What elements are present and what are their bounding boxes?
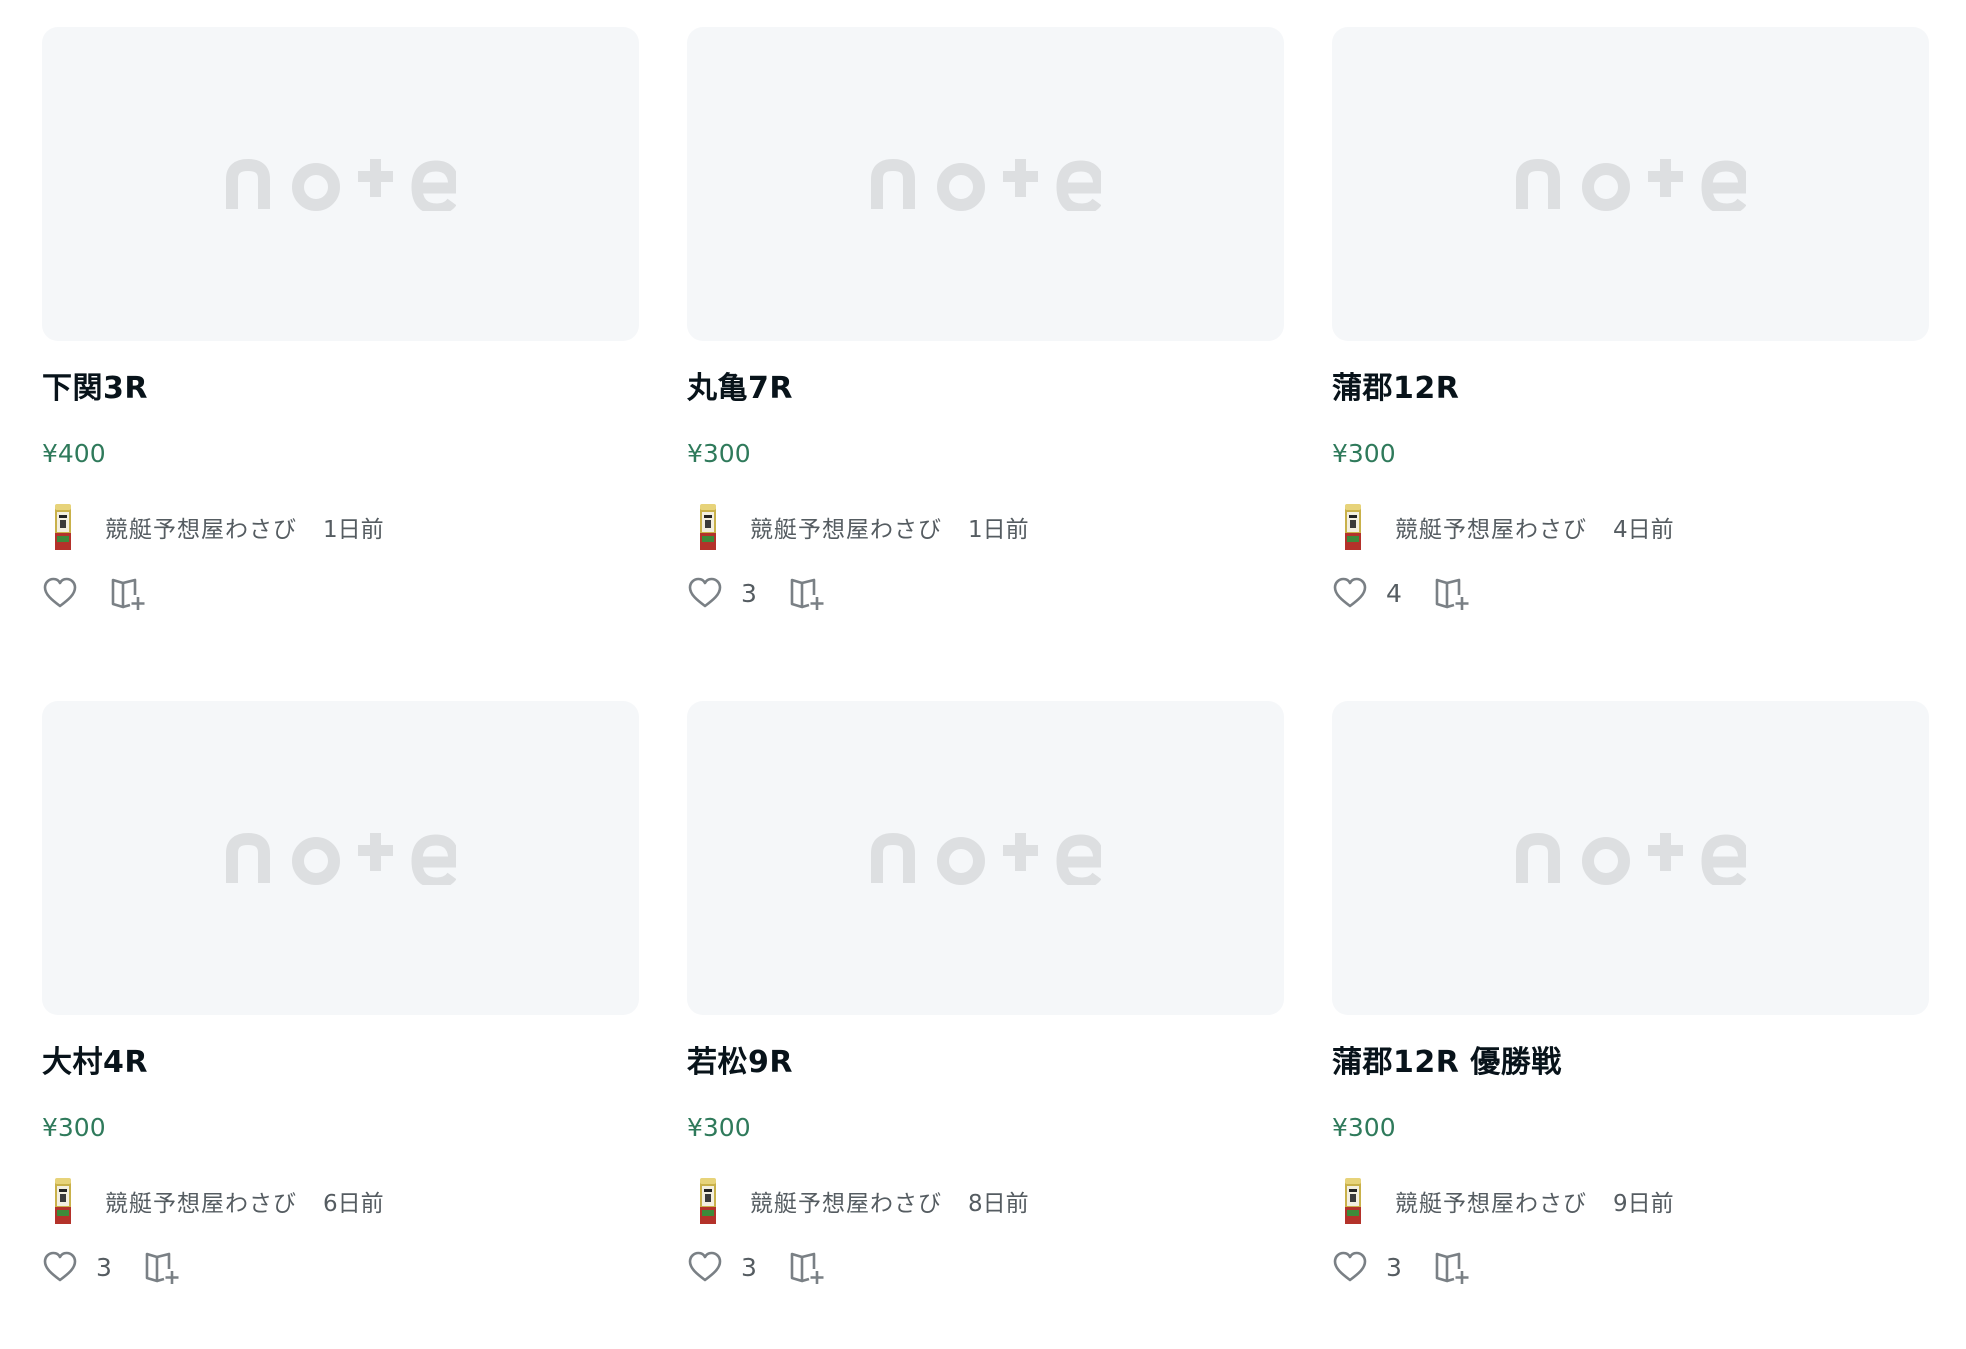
- article-title[interactable]: 蒲郡12R 優勝戦: [1332, 1043, 1929, 1083]
- like-button[interactable]: 3: [42, 1249, 112, 1285]
- author-avatar[interactable]: [1341, 1177, 1365, 1225]
- like-count: 3: [741, 1252, 757, 1282]
- article-title[interactable]: 下関3R: [42, 369, 639, 409]
- add-to-magazine-button[interactable]: [1434, 1249, 1472, 1285]
- author-row: 競艇予想屋わさび 1日前: [42, 499, 639, 555]
- publish-date: 4日前: [1613, 517, 1674, 543]
- author-row: 競艇予想屋わさび 9日前: [1332, 1173, 1929, 1229]
- article-thumbnail[interactable]: [687, 27, 1284, 341]
- author-avatar[interactable]: [51, 1177, 75, 1225]
- like-count: 4: [1386, 578, 1402, 608]
- article-thumbnail[interactable]: [1332, 27, 1929, 341]
- article-grid: 下関3R ¥400 競艇予想屋わさび 1日前 丸亀7R ¥300 競艇予想屋わさ…: [42, 27, 1930, 1349]
- heart-icon: [1333, 1251, 1367, 1282]
- article-actions: 3: [687, 1245, 1284, 1289]
- magazine-add-icon: [1435, 578, 1469, 610]
- article-card[interactable]: 大村4R ¥300 競艇予想屋わさび 6日前 3: [42, 701, 639, 1349]
- like-count: 3: [741, 578, 757, 608]
- article-actions: 3: [1332, 1245, 1929, 1289]
- author-row: 競艇予想屋わさび 4日前: [1332, 499, 1929, 555]
- like-button[interactable]: 3: [1332, 1249, 1402, 1285]
- heart-icon: [43, 1251, 77, 1282]
- author-avatar[interactable]: [696, 503, 720, 551]
- article-price: ¥300: [42, 1113, 106, 1142]
- like-button[interactable]: [42, 575, 78, 611]
- note-logo-icon: [870, 158, 1101, 211]
- author-row: 競艇予想屋わさび 6日前: [42, 1173, 639, 1229]
- article-actions: 3: [687, 571, 1284, 615]
- note-logo-icon: [225, 832, 456, 885]
- add-to-magazine-button[interactable]: [789, 1249, 827, 1285]
- article-card[interactable]: 下関3R ¥400 競艇予想屋わさび 1日前: [42, 27, 639, 675]
- author-name[interactable]: 競艇予想屋わさび: [105, 1184, 297, 1218]
- add-to-magazine-button[interactable]: [789, 575, 827, 611]
- article-thumbnail[interactable]: [1332, 701, 1929, 1015]
- author-name[interactable]: 競艇予想屋わさび: [1395, 510, 1587, 544]
- add-to-magazine-button[interactable]: [1434, 575, 1472, 611]
- heart-icon: [1333, 577, 1367, 608]
- article-card[interactable]: 蒲郡12R ¥300 競艇予想屋わさび 4日前 4: [1332, 27, 1929, 675]
- article-title[interactable]: 大村4R: [42, 1043, 639, 1083]
- article-title[interactable]: 若松9R: [687, 1043, 1284, 1083]
- article-thumbnail[interactable]: [42, 701, 639, 1015]
- article-actions: [42, 571, 639, 615]
- article-price: ¥300: [1332, 439, 1396, 468]
- author-row: 競艇予想屋わさび 1日前: [687, 499, 1284, 555]
- magazine-add-icon: [790, 1252, 824, 1284]
- author-name[interactable]: 競艇予想屋わさび: [1395, 1184, 1587, 1218]
- author-name[interactable]: 競艇予想屋わさび: [105, 510, 297, 544]
- article-card[interactable]: 丸亀7R ¥300 競艇予想屋わさび 1日前 3: [687, 27, 1284, 675]
- like-count: 3: [96, 1252, 112, 1282]
- heart-icon: [688, 577, 722, 608]
- article-thumbnail[interactable]: [42, 27, 639, 341]
- publish-date: 1日前: [323, 517, 384, 543]
- like-count: 3: [1386, 1252, 1402, 1282]
- article-title[interactable]: 蒲郡12R: [1332, 369, 1929, 409]
- magazine-add-icon: [145, 1252, 179, 1284]
- article-title[interactable]: 丸亀7R: [687, 369, 1284, 409]
- publish-date: 9日前: [1613, 1191, 1674, 1217]
- article-actions: 4: [1332, 571, 1929, 615]
- note-logo-icon: [1515, 158, 1746, 211]
- author-avatar[interactable]: [51, 503, 75, 551]
- magazine-add-icon: [1435, 1252, 1469, 1284]
- like-button[interactable]: 4: [1332, 575, 1402, 611]
- add-to-magazine-button[interactable]: [110, 575, 148, 611]
- note-logo-icon: [1515, 832, 1746, 885]
- publish-date: 6日前: [323, 1191, 384, 1217]
- article-price: ¥300: [687, 439, 751, 468]
- note-logo-icon: [225, 158, 456, 211]
- author-avatar[interactable]: [696, 1177, 720, 1225]
- author-avatar[interactable]: [1341, 503, 1365, 551]
- like-button[interactable]: 3: [687, 575, 757, 611]
- article-actions: 3: [42, 1245, 639, 1289]
- article-card[interactable]: 蒲郡12R 優勝戦 ¥300 競艇予想屋わさび 9日前 3: [1332, 701, 1929, 1349]
- author-name[interactable]: 競艇予想屋わさび: [750, 510, 942, 544]
- author-row: 競艇予想屋わさび 8日前: [687, 1173, 1284, 1229]
- add-to-magazine-button[interactable]: [144, 1249, 182, 1285]
- heart-icon: [43, 577, 77, 608]
- article-price: ¥300: [1332, 1113, 1396, 1142]
- article-card[interactable]: 若松9R ¥300 競艇予想屋わさび 8日前 3: [687, 701, 1284, 1349]
- publish-date: 8日前: [968, 1191, 1029, 1217]
- article-price: ¥300: [687, 1113, 751, 1142]
- like-button[interactable]: 3: [687, 1249, 757, 1285]
- note-logo-icon: [870, 832, 1101, 885]
- magazine-add-icon: [790, 578, 824, 610]
- article-thumbnail[interactable]: [687, 701, 1284, 1015]
- publish-date: 1日前: [968, 517, 1029, 543]
- heart-icon: [688, 1251, 722, 1282]
- magazine-add-icon: [111, 578, 145, 610]
- article-price: ¥400: [42, 439, 106, 468]
- author-name[interactable]: 競艇予想屋わさび: [750, 1184, 942, 1218]
